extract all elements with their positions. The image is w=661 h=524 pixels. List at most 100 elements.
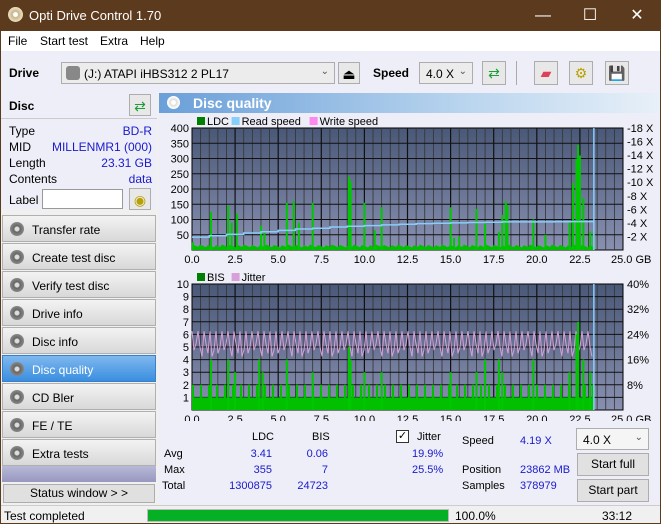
disc-length-value: 23.31 GB	[101, 156, 152, 170]
legend-swatch	[309, 117, 318, 125]
x-tick-label: 12.5	[397, 414, 418, 421]
nav-transfer-rate[interactable]: Transfer rate	[2, 215, 156, 242]
toolbar-divider	[516, 61, 517, 85]
menu-start-test[interactable]: Start test	[40, 34, 88, 48]
bis-bar	[209, 359, 212, 410]
settings-button[interactable]: ⚙	[569, 61, 593, 85]
nav-label: Drive info	[32, 307, 83, 321]
drive-select[interactable]: (J:) ATAPI iHBS312 2 PL17 ⌄	[61, 62, 335, 84]
disc-label-button[interactable]: ◉	[129, 188, 151, 210]
save-button[interactable]: 💾	[605, 61, 629, 85]
ldc-bar	[209, 211, 212, 250]
drive-label: Drive	[9, 66, 40, 80]
legend-swatch	[197, 117, 205, 125]
y-tick-label: 200	[171, 184, 189, 196]
y-tick-label: 2	[183, 380, 189, 392]
bis-bar	[501, 372, 504, 410]
y-tick-label: 4	[183, 355, 189, 367]
menu-bar: File Start test Extra Help	[1, 31, 660, 51]
stats-avg-jitter: 19.9%	[412, 448, 444, 460]
sidebar: Disc ⇄ Type BD-R MID MILLENMR1 (000) Lengt…	[1, 91, 157, 505]
x-tick-label: 22.5	[569, 254, 590, 266]
disc-mid-key: MID	[9, 140, 31, 154]
ldc-bar	[577, 144, 580, 250]
nav-cd-bler[interactable]: CD Bler	[2, 383, 156, 410]
ldc-bar	[484, 222, 487, 250]
position-value: 23862 MB	[520, 464, 571, 476]
ldc-bar	[575, 158, 578, 250]
nav-fe-te[interactable]: FE / TE	[2, 411, 156, 438]
nav-label: Disc quality	[32, 363, 94, 377]
legend-label: Jitter	[242, 272, 266, 284]
y2-tick-label: 32%	[627, 304, 649, 316]
nav-drive-info[interactable]: Drive info	[2, 299, 156, 326]
menu-extra[interactable]: Extra	[100, 34, 128, 48]
nav-disc-info[interactable]: Disc info	[2, 327, 156, 354]
stats-avg-ldc: 3.41	[250, 448, 272, 460]
x-tick-label: 17.5	[483, 254, 504, 266]
erase-button[interactable]: ▰	[534, 61, 558, 85]
y2-tick-label: -12 X	[627, 164, 654, 176]
save-icon: 💾	[608, 65, 626, 81]
nav-extra-tests[interactable]: Extra tests	[2, 439, 156, 466]
eject-button[interactable]: ⏏	[338, 62, 360, 84]
disc-icon	[10, 250, 24, 264]
bis-bar	[449, 372, 452, 410]
start-part-button[interactable]: Start part	[577, 479, 649, 502]
x-tick-label: 20.0	[526, 414, 547, 421]
stats-max-bis: 7	[321, 464, 328, 476]
refresh-button[interactable]: ⇄	[482, 61, 506, 85]
nav-disc-quality[interactable]: Disc quality	[2, 355, 156, 382]
jitter-checkbox[interactable]: ✓	[396, 430, 409, 443]
toolbar: Drive (J:) ATAPI iHBS312 2 PL17 ⌄ ⏏ Spee…	[1, 51, 660, 91]
title-bar: Opti Drive Control 1.70 — ☐ ✕	[1, 0, 660, 31]
chevron-down-icon: ⌄	[458, 66, 467, 77]
ldc-bar	[589, 231, 592, 250]
nav-label: Verify test disc	[32, 279, 110, 293]
maximize-button[interactable]: ☐	[567, 0, 613, 31]
legend-label: Read speed	[242, 116, 301, 128]
bis-bar	[261, 372, 264, 410]
disc-icon: ◉	[133, 192, 147, 208]
bis-bar	[575, 334, 578, 410]
disc-contents-key: Contents	[9, 172, 58, 186]
stats-col-ldc: LDC	[252, 431, 275, 443]
nav-label: FE / TE	[32, 419, 73, 433]
stats-col-bis: BIS	[312, 431, 330, 443]
nav-create-test-disc[interactable]: Create test disc	[2, 243, 156, 270]
start-full-button[interactable]: Start full	[577, 453, 649, 476]
minimize-button[interactable]: —	[520, 0, 566, 31]
x-tick-label: 22.5	[569, 414, 590, 421]
nav-verify-test-disc[interactable]: Verify test disc	[2, 271, 156, 298]
disc-length-row: Length 23.31 GB	[9, 156, 152, 172]
y2-tick-label: -10 X	[627, 177, 654, 189]
close-button[interactable]: ✕	[614, 0, 660, 31]
bis-bar	[589, 372, 592, 410]
bis-bar	[363, 372, 366, 410]
y2-tick-label: -4 X	[627, 218, 648, 230]
test-speed-select[interactable]: 4.0 X ⌄	[576, 428, 649, 450]
menu-help[interactable]: Help	[140, 34, 165, 48]
x-tick-label: 12.5	[397, 254, 418, 266]
disc-mid-row: MID MILLENMR1 (000)	[9, 140, 152, 156]
progress-fill	[148, 510, 448, 521]
bis-bar	[258, 359, 261, 410]
disc-icon	[10, 278, 24, 292]
y-tick-label: 9	[183, 292, 189, 304]
speed-select[interactable]: 4.0 X ⌄	[419, 62, 473, 84]
y-tick-label: 7	[183, 317, 189, 329]
menu-file[interactable]: File	[8, 34, 27, 48]
y-tick-label: 250	[171, 169, 189, 181]
legend-label: Write speed	[320, 116, 379, 128]
bis-bar	[577, 321, 580, 410]
status-window-button[interactable]: Status window > >	[3, 484, 155, 503]
disc-type-key: Type	[9, 124, 36, 138]
disc-label-input[interactable]	[42, 189, 123, 209]
ldc-bar	[380, 207, 383, 250]
x-tick-label: 5.0	[271, 414, 286, 421]
x-tick-label: 5.0	[271, 254, 286, 266]
disc-refresh-button[interactable]: ⇄	[129, 94, 151, 116]
nav-filler	[2, 466, 156, 482]
status-text: Test completed	[4, 509, 85, 523]
ldc-bar	[544, 234, 547, 250]
